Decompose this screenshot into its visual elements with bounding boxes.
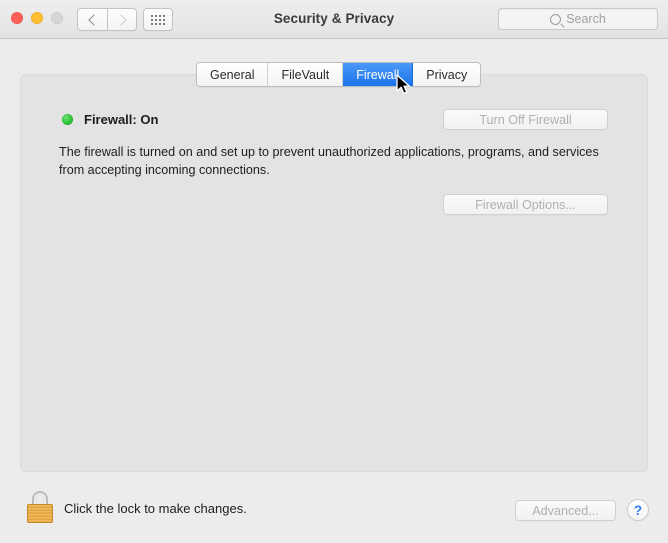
window-titlebar: Security & Privacy Search (0, 0, 668, 39)
firewall-pane: Firewall: On Turn Off Firewall The firew… (20, 74, 648, 472)
tab-firewall[interactable]: Firewall (343, 63, 414, 86)
status-indicator-icon (62, 114, 73, 125)
tab-bar: General FileVault Firewall Privacy (196, 62, 482, 87)
search-icon (550, 13, 562, 25)
tab-general[interactable]: General (197, 63, 269, 86)
tab-filevault[interactable]: FileVault (268, 63, 344, 86)
firewall-options-button[interactable]: Firewall Options... (443, 194, 608, 215)
footer-bar: Click the lock to make changes. Advanced… (0, 480, 668, 543)
lock-message: Click the lock to make changes. (64, 501, 247, 516)
firewall-status: Firewall: On (62, 112, 158, 127)
system-preferences-window: Security & Privacy Search General FileVa… (0, 0, 668, 543)
lock-closed-icon[interactable] (27, 491, 53, 523)
status-badge: Firewall: On (84, 112, 159, 127)
search-placeholder: Search (566, 12, 606, 26)
search-field[interactable]: Search (498, 8, 658, 30)
turn-off-firewall-button[interactable]: Turn Off Firewall (443, 109, 608, 130)
firewall-description: The firewall is turned on and set up to … (59, 145, 599, 177)
help-button[interactable]: ? (627, 499, 649, 521)
advanced-button[interactable]: Advanced... (515, 500, 616, 521)
tab-privacy[interactable]: Privacy (413, 63, 481, 86)
